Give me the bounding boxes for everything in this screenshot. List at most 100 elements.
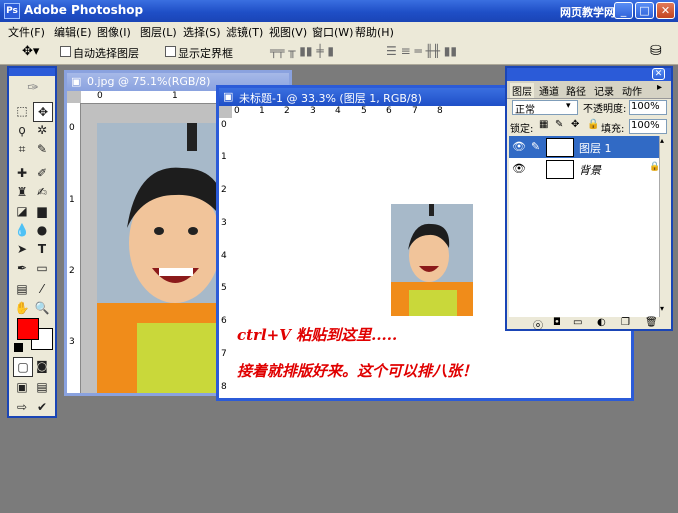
pen-tool-icon[interactable]: ✒ bbox=[13, 259, 31, 277]
opacity-field[interactable]: 100% bbox=[629, 100, 667, 115]
screen-mode-full-icon[interactable]: ▤ bbox=[33, 378, 51, 396]
lock-transparency-icon[interactable]: ▦ bbox=[539, 119, 548, 130]
visibility-eye-icon[interactable]: 👁 bbox=[512, 162, 526, 175]
dodge-tool-icon[interactable]: ● bbox=[33, 221, 51, 239]
photoshop-app-icon: Ps bbox=[4, 3, 20, 19]
marquee-tool-icon[interactable]: ⬚ bbox=[13, 102, 31, 120]
doc2-ruler-v-5: 5 bbox=[221, 283, 227, 293]
layers-tabs: 图层 通道 路径 记录 动作 ▸ bbox=[507, 81, 671, 99]
slice-tool-icon[interactable]: ✎ bbox=[33, 140, 51, 158]
fill-field[interactable]: 100% bbox=[629, 119, 667, 134]
lock-all-icon[interactable]: 🔒 bbox=[587, 119, 599, 130]
visibility-eye-icon[interactable]: 👁 bbox=[512, 140, 526, 153]
new-layer-icon[interactable]: ❐ bbox=[621, 317, 630, 328]
palette-well-icon[interactable]: ⛁ bbox=[650, 43, 662, 59]
opacity-value: 100% bbox=[631, 101, 660, 112]
path-select-icon[interactable]: ➤ bbox=[13, 240, 31, 258]
chevron-down-icon: ▾ bbox=[566, 101, 571, 111]
menu-view[interactable]: 视图(V) bbox=[269, 24, 307, 40]
title-bar: Ps Adobe Photoshop 网页教学网 www.webjx.com _… bbox=[0, 0, 678, 33]
lock-position-icon[interactable]: ✥ bbox=[571, 119, 579, 130]
doc2-ruler-v-3: 3 bbox=[221, 218, 227, 228]
menu-select[interactable]: 选择(S) bbox=[183, 24, 221, 40]
shape-tool-icon[interactable]: ▭ bbox=[33, 259, 51, 277]
crop-tool-icon[interactable]: ⌗ bbox=[13, 140, 31, 158]
minimize-button[interactable]: _ bbox=[614, 2, 633, 19]
lock-image-icon[interactable]: ✎ bbox=[555, 119, 563, 130]
foreground-color-swatch[interactable] bbox=[17, 318, 39, 340]
menu-edit[interactable]: 编辑(E) bbox=[54, 24, 92, 40]
layer-row-background[interactable]: 👁 背景 🔒 bbox=[509, 158, 660, 180]
doc2-icon: ▣ bbox=[223, 90, 234, 103]
auto-select-label: 自动选择图层 bbox=[73, 47, 139, 60]
gradient-tool-icon[interactable]: ▆ bbox=[33, 202, 51, 220]
toolbox: ✑ ⬚ ✥ ϙ ✲ ⌗ ✎ ✚ ✐ ♜ ✍ ◪ ▆ 💧 ● ➤ T ✒ ▭ ▤ … bbox=[7, 66, 57, 418]
app-title: Adobe Photoshop bbox=[24, 3, 144, 17]
default-colors-icon[interactable] bbox=[14, 343, 23, 352]
move-tool-icon[interactable]: ✥ bbox=[33, 102, 53, 122]
magic-wand-icon[interactable]: ✲ bbox=[33, 121, 51, 139]
auto-select-checkbox[interactable] bbox=[60, 46, 71, 57]
doc2-ruler-v-6: 6 bbox=[221, 316, 227, 326]
layers-scrollbar[interactable]: ▴ ▾ bbox=[659, 136, 670, 317]
annotation-layout-text: 接着就排版好来。这个可以排八张！ bbox=[237, 362, 478, 380]
tab-paths[interactable]: 路径 bbox=[566, 83, 586, 98]
menu-file[interactable]: 文件(F) bbox=[8, 24, 45, 40]
clone-stamp-icon[interactable]: ♜ bbox=[13, 183, 31, 201]
tab-layers[interactable]: 图层 bbox=[510, 83, 534, 98]
eyedropper-icon[interactable]: ⁄ bbox=[33, 280, 51, 298]
doc2-ruler-h-5: 5 bbox=[361, 106, 367, 116]
doc2-title: 未标题-1 @ 33.3% (图层 1, RGB/8) bbox=[239, 92, 422, 105]
doc1-ruler-h-1: 1 bbox=[172, 91, 178, 101]
type-tool-icon[interactable]: T bbox=[33, 240, 51, 258]
layer-style-icon[interactable]: ⓞ bbox=[533, 317, 543, 332]
toolbox-header bbox=[9, 68, 55, 76]
notes-tool-icon[interactable]: ▤ bbox=[13, 280, 31, 298]
new-set-icon[interactable]: ▭ bbox=[573, 317, 582, 328]
move-tool-preset-icon[interactable]: ✥▾ bbox=[22, 44, 39, 59]
doc2-ruler-h-3: 3 bbox=[310, 106, 316, 116]
layers-panel-close-button[interactable]: ✕ bbox=[652, 68, 665, 80]
blur-tool-icon[interactable]: 💧 bbox=[13, 221, 31, 239]
show-bounds-label: 显示定界框 bbox=[178, 47, 233, 60]
screen-mode-standard-icon[interactable]: ▣ bbox=[13, 378, 31, 396]
jump-to-imageready-icon[interactable]: ⇨ bbox=[13, 398, 31, 416]
maximize-button[interactable]: □ bbox=[635, 2, 654, 19]
layer-row-layer1[interactable]: 👁 ✎ 图层 1 bbox=[509, 136, 659, 158]
doc2-ruler-h-7: 7 bbox=[412, 106, 418, 116]
adjustment-layer-icon[interactable]: ◐ bbox=[597, 317, 606, 328]
layer-mask-icon[interactable]: ◘ bbox=[553, 317, 561, 328]
lasso-tool-icon[interactable]: ϙ bbox=[13, 121, 31, 139]
doc2-ruler-h-0: 0 bbox=[234, 106, 240, 116]
tab-actions[interactable]: 动作 bbox=[622, 83, 642, 98]
tab-history[interactable]: 记录 bbox=[594, 83, 614, 98]
menu-filter[interactable]: 滤镜(T) bbox=[226, 24, 263, 40]
history-brush-icon[interactable]: ✍ bbox=[33, 183, 51, 201]
tab-channels[interactable]: 通道 bbox=[539, 83, 559, 98]
menu-bar: 文件(F) 编辑(E) 图像(I) 图层(L) 选择(S) 滤镜(T) 视图(V… bbox=[0, 22, 678, 41]
panel-menu-arrow-icon[interactable]: ▸ bbox=[657, 82, 662, 93]
blend-mode-select[interactable]: 正常 ▾ bbox=[512, 100, 578, 116]
show-bounds-checkbox[interactable] bbox=[165, 46, 176, 57]
align-buttons-icon[interactable]: ╤╤ ╥ ▮▮ ╪ ▮ bbox=[270, 44, 334, 58]
menu-image[interactable]: 图像(I) bbox=[97, 24, 131, 40]
doc1-ruler-v-1: 1 bbox=[69, 195, 75, 205]
menu-layer[interactable]: 图层(L) bbox=[140, 24, 177, 40]
standard-mode-icon[interactable]: ▢ bbox=[13, 357, 33, 377]
lock-label: 锁定: bbox=[510, 124, 534, 135]
delete-layer-icon[interactable]: 🗑 bbox=[645, 317, 658, 328]
menu-window[interactable]: 窗口(W) bbox=[312, 24, 353, 40]
quickmask-mode-icon[interactable]: ◙ bbox=[33, 357, 51, 375]
close-button[interactable]: ✕ bbox=[656, 2, 675, 19]
scroll-down-icon[interactable]: ▾ bbox=[660, 304, 664, 313]
scroll-up-icon[interactable]: ▴ bbox=[660, 136, 664, 145]
eraser-tool-icon[interactable]: ◪ bbox=[13, 202, 31, 220]
menu-help[interactable]: 帮助(H) bbox=[355, 24, 394, 40]
healing-brush-icon[interactable]: ✚ bbox=[13, 164, 31, 182]
edit-in-imageready-icon[interactable]: ✔ bbox=[33, 398, 51, 416]
doc1-ruler-v-3: 3 bbox=[69, 337, 75, 347]
brush-tool-icon[interactable]: ✐ bbox=[33, 164, 51, 182]
distribute-buttons-icon[interactable]: ☰ ≡ ═ ╫╫ ▮▮ bbox=[386, 44, 457, 58]
doc1-ruler-v-2: 2 bbox=[69, 266, 75, 276]
brush-link-icon[interactable]: ✎ bbox=[531, 140, 540, 153]
